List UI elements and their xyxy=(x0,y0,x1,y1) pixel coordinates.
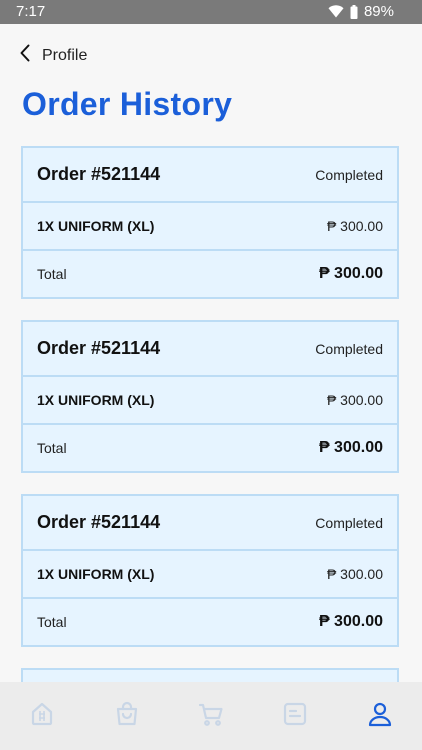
battery-level: 89% xyxy=(363,3,394,20)
nav-home[interactable] xyxy=(12,686,72,746)
order-item-price: ₱ 300.00 xyxy=(326,218,383,234)
bottom-nav xyxy=(0,682,422,750)
battery-icon xyxy=(350,4,358,19)
order-status: Completed xyxy=(315,340,383,357)
page-title: Order History xyxy=(22,86,233,122)
status-bar: 7:17 89% xyxy=(0,0,422,24)
nav-orders[interactable] xyxy=(265,686,325,746)
order-item-name: 1X UNIFORM (XL) xyxy=(37,392,155,408)
order-item-price: ₱ 300.00 xyxy=(326,392,383,408)
order-status: Completed xyxy=(315,166,383,183)
wifi-icon xyxy=(328,5,344,18)
order-item-price: ₱ 300.00 xyxy=(326,566,383,582)
status-time: 7:17 xyxy=(16,3,46,20)
home-icon xyxy=(28,700,56,733)
cart-icon xyxy=(197,700,225,733)
order-total-value: ₱ 300.00 xyxy=(318,439,383,456)
order-status: Completed xyxy=(315,514,383,531)
order-total-label: Total xyxy=(37,266,67,282)
chevron-left-icon xyxy=(20,44,30,67)
order-card[interactable]: Order #521144 Completed 1X UNIFORM (XL) … xyxy=(21,320,399,473)
back-label: Profile xyxy=(42,46,88,64)
order-total-value: ₱ 300.00 xyxy=(318,265,383,282)
order-list: Order #521144 Completed 1X UNIFORM (XL) … xyxy=(21,146,399,688)
nav-profile[interactable] xyxy=(350,686,410,746)
back-button[interactable]: Profile xyxy=(20,44,87,67)
order-card[interactable]: Order #521144 Completed 1X UNIFORM (XL) … xyxy=(21,146,399,299)
order-total-value: ₱ 300.00 xyxy=(318,613,383,630)
orders-icon xyxy=(281,700,309,733)
order-total-label: Total xyxy=(37,440,67,456)
profile-icon xyxy=(366,700,394,733)
order-id: Order #521144 xyxy=(37,164,161,184)
nav-cart[interactable] xyxy=(181,686,241,746)
order-item-name: 1X UNIFORM (XL) xyxy=(37,218,155,234)
bag-icon xyxy=(113,700,141,733)
nav-shop[interactable] xyxy=(97,686,157,746)
order-id: Order #521144 xyxy=(37,512,161,532)
order-total-label: Total xyxy=(37,614,67,630)
order-item-name: 1X UNIFORM (XL) xyxy=(37,566,155,582)
order-id: Order #521144 xyxy=(37,338,161,358)
order-card[interactable]: Order #521144 Completed 1X UNIFORM (XL) … xyxy=(21,494,399,647)
